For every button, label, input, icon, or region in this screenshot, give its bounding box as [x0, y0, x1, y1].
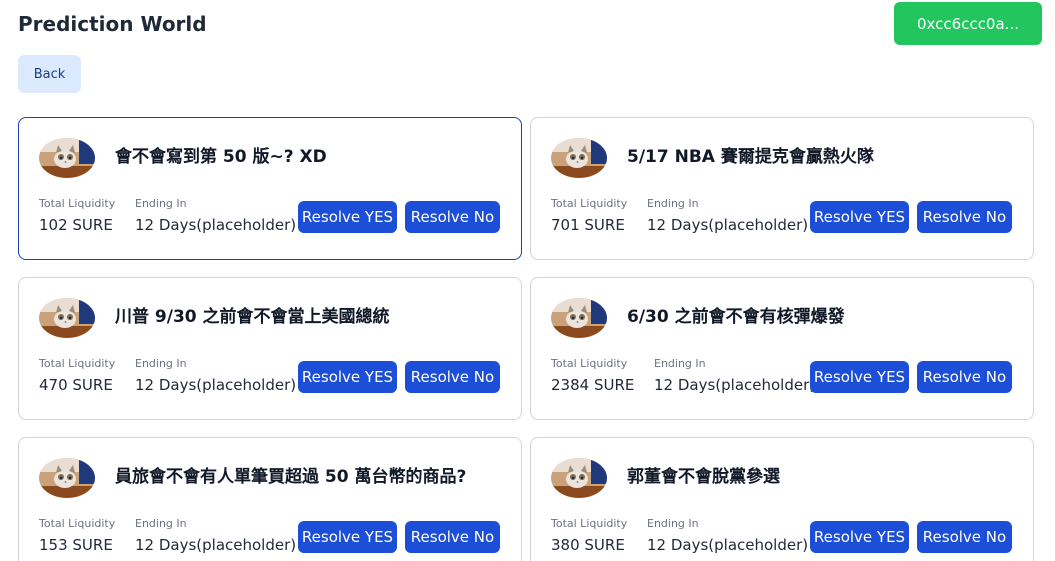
market-avatar-image — [39, 458, 95, 498]
total-liquidity-label: Total Liquidity — [39, 517, 116, 530]
ending-in-stat: Ending In 12 Days(placeholder) — [647, 197, 808, 234]
market-avatar-image — [551, 138, 607, 178]
total-liquidity-value: 701 SURE — [551, 216, 625, 234]
market-card[interactable]: 會不會寫到第 50 版~? XD Total Liquidity 102 SUR… — [18, 117, 522, 260]
market-card[interactable]: 5/17 NBA 賽爾提克會贏熱火隊 Total Liquidity 701 S… — [530, 117, 1034, 260]
ending-in-label: Ending In — [135, 357, 187, 370]
market-avatar-image — [551, 458, 607, 498]
total-liquidity-label: Total Liquidity — [39, 197, 116, 210]
ending-in-value: 12 Days(placeholder) — [647, 216, 809, 234]
resolve-no-button[interactable]: Resolve No — [405, 361, 500, 393]
cat-photo-icon — [39, 458, 95, 498]
ending-in-value: 12 Days(placeholder) — [135, 216, 297, 234]
ending-in-value: 12 Days(placeholder) — [647, 536, 809, 554]
total-liquidity-label: Total Liquidity — [551, 517, 628, 530]
resolve-yes-button[interactable]: Resolve YES — [810, 361, 909, 393]
resolve-no-button[interactable]: Resolve No — [917, 201, 1012, 233]
ending-in-value: 12 Days(placeholder) — [135, 376, 297, 394]
resolve-no-button[interactable]: Resolve No — [917, 361, 1012, 393]
ending-in-label: Ending In — [654, 357, 706, 370]
cat-photo-icon — [551, 458, 607, 498]
back-button[interactable]: Back — [18, 55, 81, 93]
ending-in-label: Ending In — [135, 197, 187, 210]
ending-in-stat: Ending In 12 Days(placeholder) — [135, 357, 296, 394]
total-liquidity-label: Total Liquidity — [39, 357, 116, 370]
resolve-no-button[interactable]: Resolve No — [917, 521, 1012, 553]
total-liquidity-stat: Total Liquidity 380 SURE — [551, 517, 627, 554]
resolve-no-button[interactable]: Resolve No — [405, 201, 500, 233]
resolve-yes-button[interactable]: Resolve YES — [810, 521, 909, 553]
total-liquidity-label: Total Liquidity — [551, 357, 628, 370]
ending-in-stat: Ending In 12 Days(placeholder) — [647, 517, 808, 554]
market-question: 員旅會不會有人單筆買超過 50 萬台幣的商品? — [115, 467, 467, 487]
total-liquidity-value: 153 SURE — [39, 536, 113, 554]
ending-in-label: Ending In — [135, 517, 187, 530]
market-card[interactable]: 川普 9/30 之前會不會當上美國總統 Total Liquidity 470 … — [18, 277, 522, 420]
total-liquidity-value: 470 SURE — [39, 376, 113, 394]
total-liquidity-stat: Total Liquidity 701 SURE — [551, 197, 627, 234]
ending-in-stat: Ending In 12 Days(placeholder) — [135, 517, 296, 554]
ending-in-value: 12 Days(placeholder) — [135, 536, 297, 554]
total-liquidity-value: 2384 SURE — [551, 376, 635, 394]
resolve-no-button[interactable]: Resolve No — [405, 521, 500, 553]
ending-in-stat: Ending In 12 Days(placeholder) — [654, 357, 815, 394]
wallet-address-button[interactable]: 0xcc6ccc0a... — [894, 2, 1042, 45]
ending-in-value: 12 Days(placeholder) — [654, 376, 816, 394]
cat-photo-icon — [39, 298, 95, 338]
cat-photo-icon — [551, 298, 607, 338]
page: Prediction World 0xcc6ccc0a... Back 會不會寫… — [0, 0, 1055, 561]
ending-in-label: Ending In — [647, 197, 699, 210]
market-question: 6/30 之前會不會有核彈爆發 — [627, 307, 845, 327]
total-liquidity-stat: Total Liquidity 102 SURE — [39, 197, 115, 234]
total-liquidity-value: 102 SURE — [39, 216, 113, 234]
ending-in-stat: Ending In 12 Days(placeholder) — [135, 197, 296, 234]
market-card[interactable]: 郭董會不會脫黨參選 Total Liquidity 380 SURE Endin… — [530, 437, 1034, 561]
market-question: 川普 9/30 之前會不會當上美國總統 — [115, 307, 390, 327]
market-avatar-image — [551, 298, 607, 338]
cat-photo-icon — [551, 138, 607, 178]
market-question: 會不會寫到第 50 版~? XD — [115, 147, 327, 167]
market-card[interactable]: 員旅會不會有人單筆買超過 50 萬台幣的商品? Total Liquidity … — [18, 437, 522, 561]
resolve-yes-button[interactable]: Resolve YES — [298, 361, 397, 393]
market-grid: 會不會寫到第 50 版~? XD Total Liquidity 102 SUR… — [18, 117, 1034, 561]
resolve-yes-button[interactable]: Resolve YES — [298, 521, 397, 553]
resolve-yes-button[interactable]: Resolve YES — [298, 201, 397, 233]
total-liquidity-stat: Total Liquidity 2384 SURE — [551, 357, 634, 394]
market-card[interactable]: 6/30 之前會不會有核彈爆發 Total Liquidity 2384 SUR… — [530, 277, 1034, 420]
market-avatar-image — [39, 298, 95, 338]
resolve-yes-button[interactable]: Resolve YES — [810, 201, 909, 233]
total-liquidity-label: Total Liquidity — [551, 197, 628, 210]
market-avatar-image — [39, 138, 95, 178]
market-question: 郭董會不會脫黨參選 — [627, 467, 780, 487]
cat-photo-icon — [39, 138, 95, 178]
total-liquidity-stat: Total Liquidity 153 SURE — [39, 517, 115, 554]
ending-in-label: Ending In — [647, 517, 699, 530]
total-liquidity-value: 380 SURE — [551, 536, 625, 554]
app-title: Prediction World — [18, 12, 207, 36]
total-liquidity-stat: Total Liquidity 470 SURE — [39, 357, 115, 394]
market-question: 5/17 NBA 賽爾提克會贏熱火隊 — [627, 147, 874, 167]
